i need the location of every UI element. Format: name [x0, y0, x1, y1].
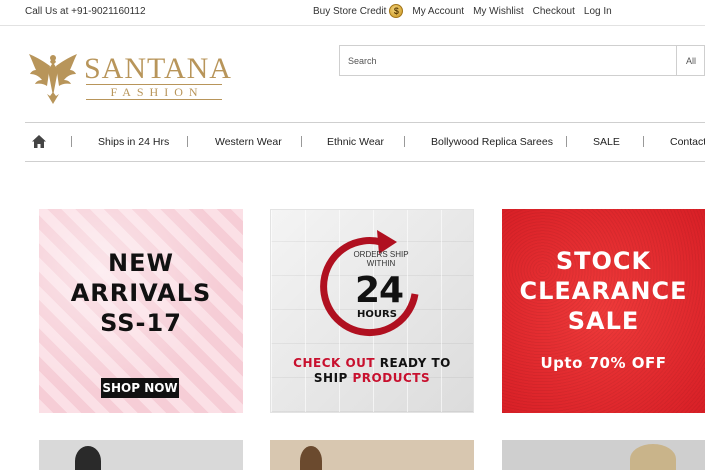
search-category-select[interactable]: All — [676, 46, 705, 75]
ships-24-hours-banner[interactable]: ORDERS SHIP WITHIN 24 HOURS CHECK OUT RE… — [270, 209, 474, 413]
new-arrivals-line1: NEW — [108, 249, 174, 277]
new-arrivals-line3: SS-17 — [100, 309, 182, 337]
my-account-link[interactable]: My Account — [412, 6, 464, 17]
new-arrivals-line2: ARRIVALS — [70, 279, 212, 307]
product-image[interactable] — [39, 440, 243, 470]
login-link[interactable]: Log In — [584, 6, 612, 17]
nav-item-contact[interactable]: Contact — [670, 136, 705, 148]
product-image[interactable] — [502, 440, 705, 470]
eagle-logo-icon — [29, 54, 77, 104]
my-wishlist-link[interactable]: My Wishlist — [473, 6, 524, 17]
model-figure — [300, 446, 322, 470]
ships24-tagline: CHECK OUT READY TO SHIP PRODUCTS — [271, 356, 473, 386]
nav-divider — [566, 136, 567, 147]
clearance-line2: CLEARANCE — [519, 277, 688, 305]
site-logo[interactable]: SANTANA FASHION — [28, 48, 231, 106]
ship-text: SHIP — [313, 371, 353, 385]
nav-divider — [187, 136, 188, 147]
checkout-link[interactable]: Checkout — [533, 6, 575, 17]
nav-divider — [71, 136, 72, 147]
contact-phone: Call Us at +91-9021160112 — [25, 6, 146, 17]
products-text: PRODUCTS — [352, 371, 431, 385]
new-arrivals-banner[interactable]: NEW ARRIVALS SS-17 SHOP NOW — [39, 209, 243, 413]
coin-icon: $ — [389, 4, 404, 18]
stock-clearance-banner[interactable]: STOCK CLEARANCE SALE Upto 70% OFF — [502, 209, 705, 413]
model-figure — [630, 444, 676, 470]
nav-divider — [301, 136, 302, 147]
nav-divider — [643, 136, 644, 147]
clearance-line1: STOCK — [555, 247, 652, 275]
nav-divider — [404, 136, 405, 147]
buy-store-credit-link[interactable]: Buy Store Credit — [313, 6, 386, 17]
shop-now-button[interactable]: SHOP NOW — [101, 378, 179, 398]
orders-ship-within-text: ORDERS SHIP WITHIN — [353, 250, 409, 268]
top-links: Buy Store Credit $ My Account My Wishlis… — [313, 4, 621, 18]
nav-item-sale[interactable]: SALE — [593, 136, 620, 148]
hours-number: 24 — [354, 270, 404, 311]
nav-item-ships-24[interactable]: Ships in 24 Hrs — [98, 136, 169, 148]
nav-item-ethnic-wear[interactable]: Ethnic Wear — [327, 136, 384, 148]
hours-label: HOURS — [357, 309, 397, 320]
model-figure — [75, 446, 101, 470]
ready-to-text: READY TO — [375, 356, 451, 370]
brand-name: SANTANA — [84, 52, 232, 85]
product-image[interactable] — [270, 440, 474, 470]
clearance-offer: Upto 70% OFF — [540, 354, 667, 372]
nav-item-bollywood-replica[interactable]: Bollywood Replica Sarees — [431, 136, 553, 148]
check-out-text: CHECK OUT — [293, 356, 376, 370]
search-bar: All — [339, 45, 705, 76]
search-input[interactable] — [340, 46, 676, 75]
home-icon[interactable] — [32, 135, 46, 148]
clearance-line3: SALE — [567, 307, 640, 335]
nav-item-western-wear[interactable]: Western Wear — [215, 136, 282, 148]
brand-subtitle: FASHION — [86, 84, 222, 100]
main-nav: Ships in 24 Hrs Western Wear Ethnic Wear… — [25, 122, 705, 162]
top-bar: Call Us at +91-9021160112 Buy Store Cred… — [0, 0, 705, 26]
